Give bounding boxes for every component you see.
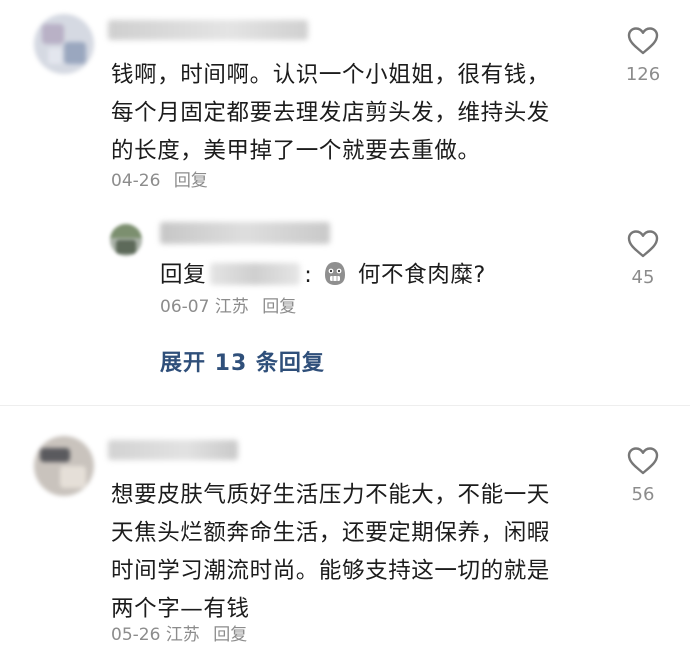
avatar[interactable]	[34, 436, 94, 496]
username-redacted[interactable]	[108, 440, 238, 460]
divider	[0, 405, 690, 406]
reply-button[interactable]: 回复	[213, 625, 247, 645]
reply-reply-button[interactable]: 回复	[262, 297, 296, 317]
grimace-emoji-icon	[325, 262, 346, 285]
comment-date: 05-26	[111, 625, 161, 645]
reply-like-count: 45	[631, 267, 655, 288]
comment-text: 想要皮肤气质好生活压力不能大，不能一天天焦头烂额奔命生活，还要定期保养，闲暇时间…	[111, 482, 550, 622]
reply-meta: 06-07 江苏 回复	[160, 296, 296, 318]
reply-prefix: 回复	[160, 262, 207, 288]
avatar[interactable]	[34, 14, 94, 74]
heart-outline-icon	[627, 230, 659, 258]
reply-button[interactable]: 回复	[174, 171, 208, 191]
comment-meta: 05-26 江苏 回复	[111, 624, 247, 646]
like-count: 126	[625, 64, 661, 85]
comment-meta: 04-26 回复	[111, 170, 208, 192]
reply-location: 江苏	[214, 297, 249, 317]
expand-replies-button[interactable]: 展开 13 条回复	[160, 345, 325, 377]
comment-date: 04-26	[111, 171, 161, 191]
like-button[interactable]: 56	[613, 446, 673, 505]
comment-location: 江苏	[165, 625, 200, 645]
like-count: 56	[631, 484, 655, 505]
reply-text: 回复: 何不食肉糜?	[160, 262, 486, 288]
reply-body: 何不食肉糜?	[357, 262, 486, 288]
reply-username-redacted[interactable]	[160, 222, 330, 244]
heart-outline-icon	[627, 27, 659, 55]
heart-outline-icon	[627, 447, 659, 475]
comment-text: 钱啊，时间啊。认识一个小姐姐，很有钱，每个月固定都要去理发店剪头发，维持头发的长…	[111, 62, 550, 164]
username-redacted[interactable]	[108, 20, 308, 40]
like-button[interactable]: 126	[613, 26, 673, 85]
reply-avatar[interactable]	[110, 224, 142, 256]
mention-redacted[interactable]	[210, 263, 301, 285]
reply-date: 06-07	[160, 297, 210, 317]
reply-like-button[interactable]: 45	[613, 229, 673, 288]
